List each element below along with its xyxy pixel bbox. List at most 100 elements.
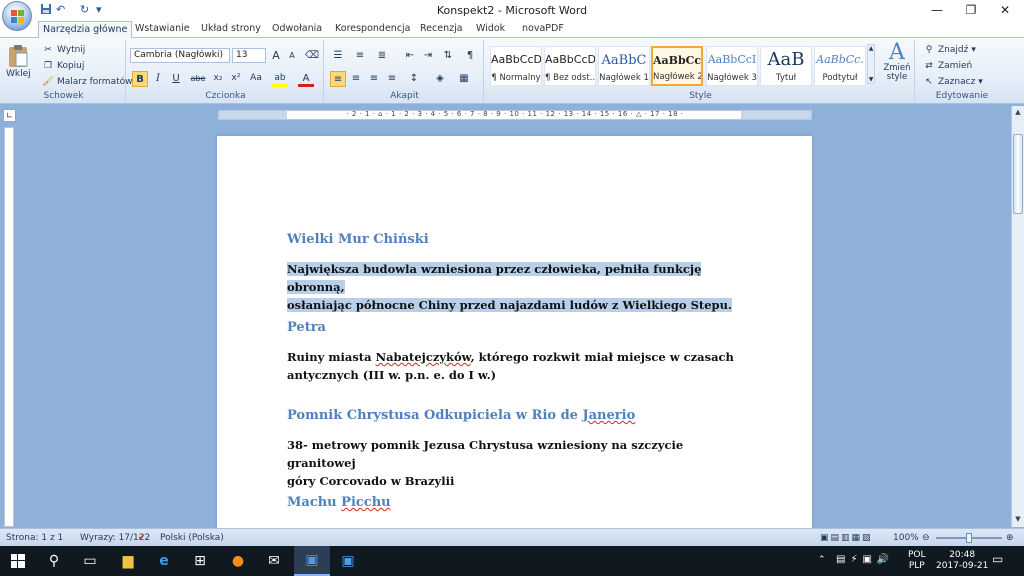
subscript-button[interactable]: x₂ — [210, 71, 226, 87]
office-button[interactable] — [2, 1, 32, 31]
align-left-icon[interactable]: ≡ — [330, 71, 346, 87]
style-heading-1[interactable]: AaBbC Nagłówek 1 — [598, 46, 650, 86]
format-painter-button[interactable]: 🖌 Malarz formatów — [42, 76, 132, 88]
paragraph-christ-redeemer[interactable]: 38- metrowy pomnik Jezusa Chrystusa wzni… — [287, 436, 737, 490]
start-icon[interactable] — [0, 546, 36, 576]
line-spacing-icon[interactable]: ↕ — [406, 71, 422, 87]
zoom-slider-thumb[interactable] — [966, 533, 972, 543]
borders-icon[interactable]: ▦ — [456, 71, 472, 87]
font-size-dropdown[interactable]: 13 — [232, 48, 266, 63]
paragraph-petra[interactable]: Ruiny miasta Nabatejczyków, którego rozk… — [287, 348, 737, 384]
style-no-spacing[interactable]: AaBbCcDc¶ Bez odst... — [544, 46, 596, 86]
chevron-up-icon: ▲ — [868, 45, 874, 52]
paste-button[interactable]: Wklej — [6, 44, 31, 79]
decrease-indent-icon[interactable]: ⇤ — [402, 48, 418, 64]
zoom-level[interactable]: 100% — [893, 533, 919, 543]
superscript-button[interactable]: x² — [228, 71, 244, 87]
clear-formatting-icon[interactable]: ⌫ — [304, 48, 320, 64]
style-heading-2[interactable]: AaBbCc Nagłówek 2 — [651, 46, 703, 86]
bold-button[interactable]: B — [132, 71, 148, 87]
italic-button[interactable]: I — [150, 71, 166, 87]
scroll-thumb[interactable] — [1013, 134, 1023, 214]
tray-chevron-icon[interactable]: ⌃ — [818, 555, 826, 566]
style-normal[interactable]: AaBbCcDc¶ Normalny — [490, 46, 542, 86]
zoom-in-icon[interactable]: ⊕ — [1006, 533, 1014, 543]
file-explorer-icon[interactable]: ▆ — [110, 546, 146, 576]
close-button[interactable]: ✕ — [988, 0, 1022, 20]
tab-selector[interactable]: ∟ — [3, 109, 16, 122]
restore-button[interactable]: ❐ — [954, 0, 988, 20]
binoculars-icon: ⚲ — [925, 45, 933, 55]
input-language[interactable]: POL PLP — [908, 550, 926, 572]
highlight-button[interactable]: ab — [272, 71, 288, 87]
chevron-down-icon: ▾ — [978, 77, 983, 87]
style-title[interactable]: AaB Tytuł — [760, 46, 812, 86]
zoom-out-icon[interactable]: ⊖ — [922, 533, 930, 543]
tab-page-layout[interactable]: Układ strony — [197, 21, 265, 38]
task-view-icon[interactable]: ▭ — [72, 546, 108, 576]
paragraph-great-wall[interactable]: Największa budowla wzniesiona przez czło… — [287, 260, 737, 314]
edge-icon[interactable]: e — [146, 546, 182, 576]
tab-insert[interactable]: Wstawianie — [131, 21, 194, 38]
shrink-font-button[interactable]: A — [284, 48, 300, 64]
tab-mailings[interactable]: Korespondencja — [331, 21, 415, 38]
vertical-ruler[interactable] — [4, 127, 14, 527]
tab-novapdf[interactable]: novaPDF — [518, 21, 568, 38]
app-taskbar-icon[interactable]: ▣ — [330, 546, 366, 576]
vertical-scrollbar[interactable]: ▲ ▼ — [1011, 106, 1024, 527]
underline-button[interactable]: U — [168, 71, 184, 87]
store-icon[interactable]: ⊞ — [182, 546, 218, 576]
tab-home[interactable]: Narzędzia główne — [38, 21, 133, 38]
change-styles-button[interactable]: A Zmień style — [881, 42, 913, 82]
cut-button[interactable]: ✂ Wytnij — [42, 44, 85, 56]
align-center-icon[interactable]: ≡ — [348, 71, 364, 87]
show-marks-icon[interactable]: ¶ — [462, 48, 478, 64]
tab-review[interactable]: Recenzja — [416, 21, 467, 38]
scroll-up-icon[interactable]: ▲ — [1013, 108, 1023, 118]
search-icon[interactable]: ⚲ — [36, 546, 72, 576]
proofing-icon[interactable]: ✔ — [138, 533, 146, 543]
horizontal-ruler[interactable]: · 2 · 1 · ⌂ · 1 · 2 · 3 · 4 · 5 · 6 · 7 … — [218, 110, 812, 120]
style-heading-3[interactable]: AaBbCcI Nagłówek 3 — [706, 46, 758, 86]
strikethrough-button[interactable]: abe — [190, 71, 206, 87]
grow-font-button[interactable]: A — [268, 48, 284, 64]
tab-references[interactable]: Odwołania — [268, 21, 326, 38]
heading-petra[interactable]: Petra — [287, 320, 326, 335]
heading-great-wall[interactable]: Wielki Mur Chiński — [287, 232, 429, 247]
font-color-button[interactable]: A — [298, 71, 314, 87]
sort-icon[interactable]: ⇅ — [440, 48, 456, 64]
style-subtitle[interactable]: AaBbCc. Podtytuł — [814, 46, 866, 86]
firefox-icon[interactable]: ● — [220, 546, 256, 576]
document-page[interactable]: Wielki Mur Chiński Największa budowla wz… — [217, 136, 812, 528]
shading-icon[interactable]: ◈ — [432, 71, 448, 87]
language-indicator[interactable]: Polski (Polska) — [160, 533, 224, 543]
replace-button[interactable]: ⇄ Zamień — [923, 60, 972, 72]
page-count[interactable]: Strona: 1 z 1 — [6, 533, 63, 543]
word-taskbar-icon[interactable]: ▣ — [294, 546, 330, 576]
multilevel-list-icon[interactable]: ≣ — [374, 48, 390, 64]
zoom-slider[interactable] — [936, 533, 1002, 543]
minimize-button[interactable]: — — [920, 0, 954, 20]
justify-icon[interactable]: ≡ — [384, 71, 400, 87]
heading-christ-redeemer[interactable]: Pomnik Chrystusa Odkupiciela w Rio de Ja… — [287, 408, 635, 423]
select-button[interactable]: ↖ Zaznacz ▾ — [923, 76, 983, 88]
heading-machu-picchu[interactable]: Machu Picchu — [287, 495, 391, 510]
styles-scroll[interactable]: ▲ ▼ — [867, 44, 875, 84]
copy-button[interactable]: ❐ Kopiuj — [42, 60, 84, 72]
find-button[interactable]: ⚲ Znajdź ▾ — [923, 44, 976, 56]
scroll-down-icon[interactable]: ▼ — [1013, 515, 1023, 525]
tab-view[interactable]: Widok — [472, 21, 509, 38]
mail-icon[interactable]: ✉ — [256, 546, 292, 576]
align-right-icon[interactable]: ≡ — [366, 71, 382, 87]
view-buttons[interactable]: ▣▤▥▦▧ — [820, 533, 873, 543]
ribbon: Wklej ✂ Wytnij ❐ Kopiuj 🖌 Malarz formatów S… — [0, 38, 1024, 104]
bullets-icon[interactable]: ☰ — [330, 48, 346, 64]
increase-indent-icon[interactable]: ⇥ — [420, 48, 436, 64]
notification-icon[interactable]: ▭ — [992, 553, 1003, 565]
clock[interactable]: 20:48 2017-09-21 — [936, 550, 988, 572]
change-case-button[interactable]: Aa — [248, 71, 264, 87]
editing-group-label: Edytowanie — [935, 91, 989, 101]
numbering-icon[interactable]: ≡ — [352, 48, 368, 64]
tray-icons[interactable]: ▤⚡▣🔊 — [836, 554, 894, 565]
font-name-dropdown[interactable]: Cambria (Nagłówki) — [130, 48, 230, 63]
